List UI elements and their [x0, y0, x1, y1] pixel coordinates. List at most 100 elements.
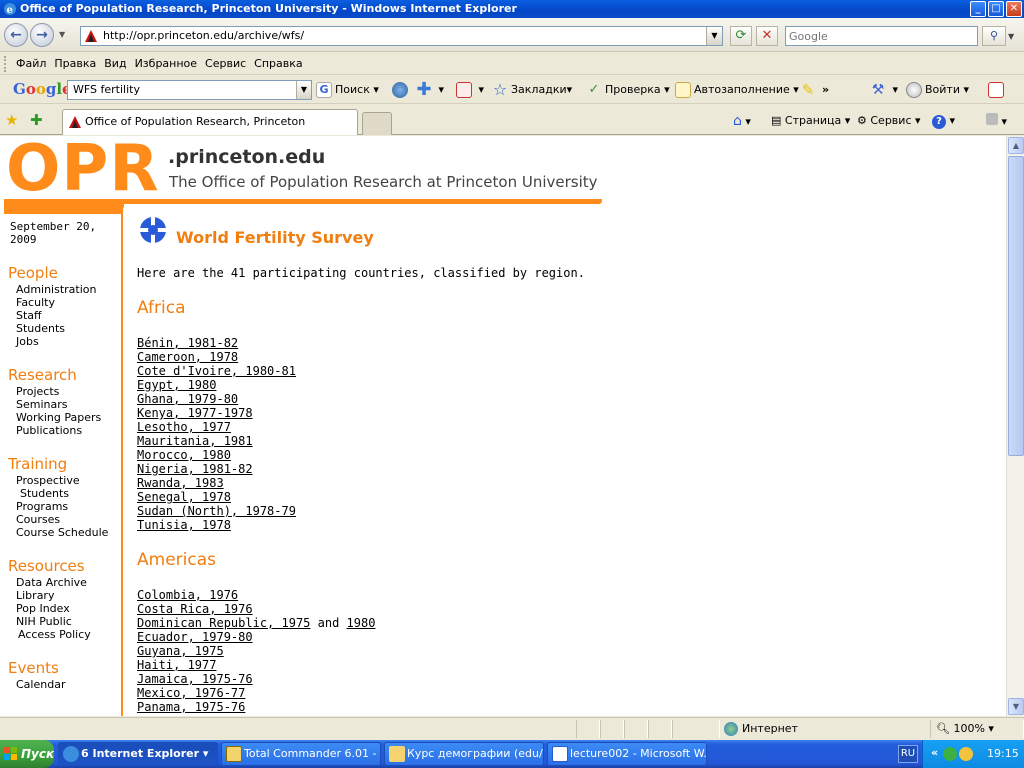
highlight-button[interactable]: ✎ — [800, 81, 819, 99]
tray-network-icon[interactable] — [943, 747, 957, 761]
country-link[interactable]: Jamaica, 1975-76 — [137, 672, 253, 686]
sidebar-heading-events[interactable]: Events — [8, 659, 59, 677]
forward-button[interactable]: → — [30, 23, 54, 47]
scroll-up-icon[interactable]: ▲ — [1008, 137, 1024, 154]
new-tab-button[interactable] — [362, 112, 392, 135]
sidebar-item-jobs[interactable]: Jobs — [16, 335, 39, 348]
search-options-icon[interactable]: ▼ — [1008, 32, 1014, 41]
task-total-commander[interactable]: Total Commander 6.01 - ... — [221, 742, 381, 766]
sidebar-heading-resources[interactable]: Resources — [8, 557, 85, 575]
task-word-lecture[interactable]: lecture002 - Microsoft W... — [547, 742, 707, 766]
menu-favorites[interactable]: Избранное — [135, 53, 205, 75]
country-link[interactable]: Mauritania, 1981 — [137, 434, 253, 448]
task-internet-explorer[interactable]: 6 Internet Explorer ▾ — [58, 742, 218, 766]
clock[interactable]: 19:15 — [987, 747, 1019, 760]
sidebar-item-courses[interactable]: Courses — [16, 513, 60, 526]
country-link[interactable]: Kenya, 1977-1978 — [137, 406, 253, 420]
language-indicator[interactable]: RU — [898, 745, 918, 763]
sidebar-item-faculty[interactable]: Faculty — [16, 296, 55, 309]
address-dropdown-icon[interactable]: ▼ — [706, 27, 722, 45]
country-link[interactable]: Dominican Republic, 1975 — [137, 616, 310, 630]
url-text[interactable]: http://opr.princeton.edu/archive/wfs/ — [103, 27, 304, 45]
address-bar[interactable]: http://opr.princeton.edu/archive/wfs/ ▼ — [80, 26, 723, 46]
sidebar-item-library[interactable]: Library — [16, 589, 54, 602]
feeds-button[interactable]: ▾ — [986, 113, 1007, 130]
sidebar-item-seminars[interactable]: Seminars — [16, 398, 68, 411]
sidebar-item-projects[interactable]: Projects — [16, 385, 59, 398]
sidebar-heading-people[interactable]: People — [8, 264, 58, 282]
google-history-dropdown-icon[interactable]: ▼ — [296, 81, 311, 99]
country-link[interactable]: Senegal, 1978 — [137, 490, 231, 504]
country-link[interactable]: Costa Rica, 1976 — [137, 602, 253, 616]
autofill-button[interactable]: Автозаполнение ▾ — [675, 81, 799, 99]
menu-view[interactable]: Вид — [104, 53, 134, 75]
sidebar-heading-research[interactable]: Research — [8, 366, 77, 384]
sidebar-item-staff[interactable]: Staff — [16, 309, 42, 322]
sidebar-item-access-policy[interactable]: Access Policy — [18, 628, 91, 641]
country-link[interactable]: Panama, 1975-76 — [137, 700, 245, 714]
back-button[interactable]: ← — [4, 23, 28, 47]
country-link[interactable]: Egypt, 1980 — [137, 378, 216, 392]
zoom-control[interactable]: 🔍︎ 100% ▾ — [936, 720, 994, 738]
start-button[interactable]: Пуск — [0, 740, 54, 768]
sidebar-heading-training[interactable]: Training — [8, 455, 67, 473]
sidebar-item-students[interactable]: Students — [16, 322, 65, 335]
country-link[interactable]: Morocco, 1980 — [137, 448, 231, 462]
pdf-button[interactable] — [988, 81, 1007, 99]
country-link[interactable]: Nigeria, 1981-82 — [137, 462, 253, 476]
country-link[interactable]: Lesotho, 1977 — [137, 420, 231, 434]
sidebar-item-pop-index[interactable]: Pop Index — [16, 602, 70, 615]
opr-logo[interactable]: OPR — [6, 136, 160, 206]
google-query[interactable]: WFS fertility — [73, 81, 140, 99]
task-demography-course[interactable]: Курс демографии (edu/... — [384, 742, 544, 766]
sidebar-item-prospective-students[interactable]: Students — [20, 487, 69, 500]
vertical-scrollbar[interactable]: ▲ ▼ — [1006, 136, 1024, 716]
sidebar-item-programs[interactable]: Programs — [16, 500, 68, 513]
menu-help[interactable]: Справка — [254, 53, 310, 75]
more-button[interactable]: » — [822, 81, 829, 99]
google-globe-button[interactable] — [392, 81, 411, 99]
tab-opr[interactable]: Office of Population Research, Princeton… — [62, 109, 358, 152]
menu-edit[interactable]: Правка — [54, 53, 104, 75]
close-button[interactable]: ✕ — [1006, 1, 1022, 17]
country-link[interactable]: Cote d'Ivoire, 1980-81 — [137, 364, 296, 378]
home-button[interactable]: ⌂ ▾ — [733, 113, 751, 130]
country-link[interactable]: Rwanda, 1983 — [137, 476, 224, 490]
country-link[interactable]: Tunisia, 1978 — [137, 518, 231, 532]
google-search-field[interactable]: WFS fertility ▼ — [67, 80, 312, 100]
bookmarks-button[interactable]: ☆ Закладки▾ — [492, 81, 572, 99]
search-box[interactable] — [785, 26, 978, 46]
history-dropdown-icon[interactable]: ▼ — [59, 30, 65, 39]
window-title-bar[interactable]: e Office of Population Research, Princet… — [0, 0, 1024, 18]
page-menu-button[interactable]: ▤ Страница ▾ — [771, 113, 850, 129]
google-search-button[interactable]: G Поиск ▾ — [316, 81, 379, 99]
sidebar-item-data-archive[interactable]: Data Archive — [16, 576, 87, 589]
scroll-down-icon[interactable]: ▼ — [1008, 698, 1024, 715]
sidebar-item-administration[interactable]: Administration — [16, 283, 97, 296]
spellcheck-button[interactable]: ✓ Проверка ▾ — [586, 81, 670, 99]
country-link[interactable]: Cameroon, 1978 — [137, 350, 238, 364]
scroll-thumb[interactable] — [1008, 156, 1024, 456]
google-plus-button[interactable]: ✚ ▾ — [416, 81, 444, 99]
country-link[interactable]: Colombia, 1976 — [137, 588, 238, 602]
refresh-button[interactable]: ⟳ — [730, 26, 752, 46]
search-input[interactable] — [786, 27, 977, 45]
minimize-button[interactable]: _ — [970, 1, 986, 17]
menu-tools[interactable]: Сервис — [205, 53, 254, 75]
add-favorites-icon[interactable]: ✚ — [30, 111, 43, 129]
sidebar-item-nih-public[interactable]: NIH Public — [16, 615, 72, 628]
stop-button[interactable]: ✕ — [756, 26, 778, 46]
sidebar-item-publications[interactable]: Publications — [16, 424, 82, 437]
popup-blocker-button[interactable]: ▾ — [456, 81, 484, 99]
tray-expand-icon[interactable]: « — [931, 746, 938, 759]
sidebar-item-course-schedule[interactable]: Course Schedule — [16, 526, 108, 539]
country-link[interactable]: Guyana, 1975 — [137, 644, 224, 658]
country-link[interactable]: Haiti, 1977 — [137, 658, 216, 672]
country-link[interactable]: Bénin, 1981-82 — [137, 336, 238, 350]
sidebar-item-calendar[interactable]: Calendar — [16, 678, 65, 691]
country-link[interactable]: 1980 — [347, 616, 376, 630]
country-link[interactable]: Ghana, 1979-80 — [137, 392, 238, 406]
security-zone[interactable]: Интернет — [724, 720, 798, 738]
tools-menu-button[interactable]: ⚙ Сервис ▾ — [857, 113, 921, 129]
favorites-star-icon[interactable]: ★ — [5, 111, 18, 129]
